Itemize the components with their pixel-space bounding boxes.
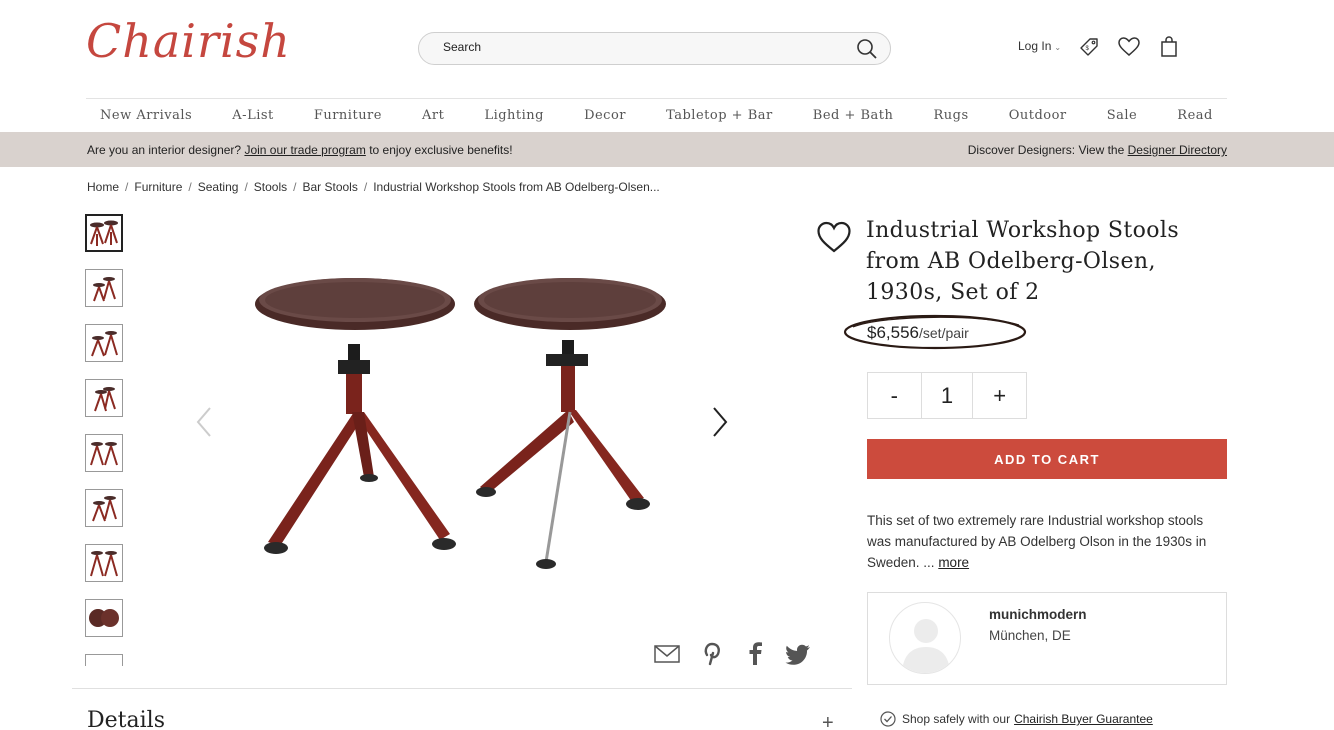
product-price: $6,556/set/pair: [867, 323, 969, 343]
stool-left-illustration: [255, 278, 456, 554]
breadcrumb-home[interactable]: Home: [87, 180, 119, 194]
quantity-stepper: - 1 +: [867, 372, 1027, 419]
price-block: $6,556/set/pair: [843, 313, 1027, 351]
breadcrumb-separator: /: [244, 180, 248, 194]
breadcrumb-current: Industrial Workshop Stools from AB Odelb…: [373, 180, 660, 194]
product-main-image[interactable]: [240, 262, 685, 582]
description-text: This set of two extremely rare Industria…: [867, 513, 1207, 570]
chairish-logo[interactable]: Chairish: [86, 14, 291, 68]
email-icon[interactable]: [653, 640, 681, 668]
thumbnail[interactable]: [85, 434, 123, 472]
next-image-arrow-icon[interactable]: [704, 402, 734, 442]
price-unit: /set/pair: [919, 325, 969, 341]
search-bar[interactable]: [418, 32, 891, 65]
nav-item-a-list[interactable]: A-List: [232, 108, 273, 123]
quantity-increment-button[interactable]: +: [973, 373, 1026, 418]
section-divider: [72, 688, 852, 689]
nav-item-outdoor[interactable]: Outdoor: [1009, 108, 1067, 123]
seller-avatar: [889, 602, 961, 674]
previous-image-arrow-icon[interactable]: [190, 402, 220, 442]
breadcrumb-bar-stools[interactable]: Bar Stools: [302, 180, 357, 194]
login-label: Log In: [1018, 39, 1052, 53]
promo-right-prefix: Discover Designers: View the: [967, 143, 1125, 157]
login-link[interactable]: Log In ⌄: [1018, 39, 1061, 53]
breadcrumb-separator: /: [188, 180, 192, 194]
description-more-link[interactable]: more: [938, 555, 969, 570]
seller-name[interactable]: munichmodern: [989, 607, 1087, 622]
thumbnail-strip: [85, 214, 125, 666]
price-tag-icon[interactable]: $: [1077, 35, 1101, 59]
breadcrumb-separator: /: [363, 180, 368, 194]
nav-item-bed-bath[interactable]: Bed + Bath: [813, 108, 894, 123]
breadcrumb-furniture[interactable]: Furniture: [134, 180, 182, 194]
nav-item-art[interactable]: Art: [422, 108, 444, 123]
breadcrumb-separator: /: [293, 180, 297, 194]
price-amount: $6,556: [867, 323, 919, 342]
heart-icon[interactable]: [1117, 35, 1141, 59]
trade-program-link[interactable]: Join our trade program: [244, 143, 365, 157]
buyer-guarantee: Shop safely with our Chairish Buyer Guar…: [880, 711, 1153, 727]
thumbnail[interactable]: [85, 214, 123, 252]
promo-banner: Are you an interior designer? Join our t…: [0, 132, 1334, 167]
promo-left: Are you an interior designer? Join our t…: [87, 143, 513, 157]
guarantee-prefix: Shop safely with our: [902, 712, 1011, 726]
breadcrumb-seating[interactable]: Seating: [198, 180, 239, 194]
seller-location: München, DE: [989, 628, 1071, 643]
breadcrumb-separator: /: [125, 180, 129, 194]
quantity-value[interactable]: 1: [920, 373, 974, 418]
main-nav: New Arrivals A-List Furniture Art Lighti…: [86, 98, 1227, 132]
designer-directory-link[interactable]: Designer Directory: [1128, 143, 1227, 157]
product-title: Industrial Workshop Stools from AB Odelb…: [866, 218, 1180, 305]
svg-text:$: $: [1086, 46, 1090, 52]
nav-item-furniture[interactable]: Furniture: [314, 108, 382, 123]
twitter-icon[interactable]: [785, 640, 813, 668]
nav-item-lighting[interactable]: Lighting: [484, 108, 544, 123]
breadcrumb: Home / Furniture / Seating / Stools / Bar Stools…: [87, 180, 660, 194]
nav-item-read[interactable]: Read: [1177, 108, 1213, 123]
check-circle-icon: [880, 711, 896, 727]
buyer-guarantee-link[interactable]: Chairish Buyer Guarantee: [1014, 712, 1153, 726]
promo-left-prefix: Are you an interior designer?: [87, 143, 242, 157]
product-description: This set of two extremely rare Industria…: [867, 510, 1227, 573]
search-input[interactable]: [443, 40, 843, 54]
facebook-icon[interactable]: [741, 640, 769, 668]
thumbnail[interactable]: [85, 599, 123, 637]
nav-item-new-arrivals[interactable]: New Arrivals: [100, 108, 192, 123]
thumbnail[interactable]: [85, 654, 123, 666]
avatar-placeholder-icon: [902, 619, 950, 673]
chevron-down-icon: ⌄: [1054, 43, 1062, 52]
thumbnail[interactable]: [85, 379, 123, 417]
nav-item-sale[interactable]: Sale: [1107, 108, 1138, 123]
thumbnail[interactable]: [85, 269, 123, 307]
details-heading[interactable]: Details: [87, 708, 165, 730]
pinterest-icon[interactable]: [697, 640, 725, 668]
quantity-decrement-button[interactable]: -: [868, 373, 921, 418]
search-icon[interactable]: [856, 38, 878, 60]
thumbnail[interactable]: [85, 489, 123, 527]
thumbnail[interactable]: [85, 544, 123, 582]
breadcrumb-stools[interactable]: Stools: [254, 180, 287, 194]
favorite-heart-icon[interactable]: [816, 220, 852, 254]
promo-left-suffix: to enjoy exclusive benefits!: [369, 143, 513, 157]
nav-item-decor[interactable]: Decor: [584, 108, 626, 123]
nav-item-tabletop-bar[interactable]: Tabletop + Bar: [666, 108, 773, 123]
seller-card[interactable]: munichmodern München, DE: [867, 592, 1227, 685]
thumbnail[interactable]: [85, 324, 123, 362]
promo-right: Discover Designers: View the Designer Di…: [968, 143, 1227, 157]
details-expand-toggle[interactable]: +: [822, 712, 834, 730]
shopping-bag-icon[interactable]: [1157, 35, 1181, 59]
stool-right-illustration: [474, 278, 666, 569]
add-to-cart-button[interactable]: ADD TO CART: [867, 439, 1227, 479]
nav-item-rugs[interactable]: Rugs: [933, 108, 968, 123]
